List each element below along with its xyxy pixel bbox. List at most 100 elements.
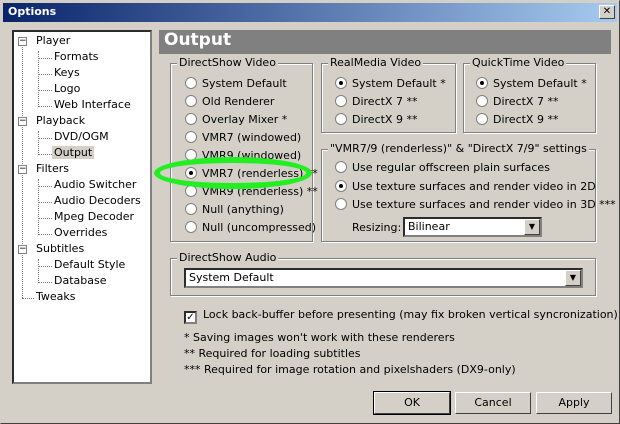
note-saving-images: * Saving images won't work with these re… xyxy=(184,331,455,344)
tree-line xyxy=(38,186,52,187)
tree-line xyxy=(38,138,52,139)
radio-label: VMR7 (windowed) xyxy=(202,131,302,144)
tree-line xyxy=(38,202,52,203)
tree-item-overrides[interactable]: Overrides xyxy=(52,226,109,239)
radio-label: System Default xyxy=(202,77,287,90)
close-button[interactable]: ✕ xyxy=(599,5,615,19)
tree-item-web-interface[interactable]: Web Interface xyxy=(52,98,133,111)
collapse-toggle-subtitles[interactable]: − xyxy=(18,245,27,254)
collapse-toggle-player[interactable]: − xyxy=(18,37,27,46)
radio-label: System Default * xyxy=(352,77,446,90)
directshow-audio-select[interactable]: System Default ▼ xyxy=(184,268,583,288)
tree-item-mpeg-decoder[interactable]: Mpeg Decoder xyxy=(52,210,136,223)
realmedia-video-legend: RealMedia Video xyxy=(328,56,424,69)
radio-label: Null (uncompressed) xyxy=(202,221,317,234)
tree-line xyxy=(38,131,39,155)
cancel-button[interactable]: Cancel xyxy=(455,392,531,414)
radio-label: System Default * xyxy=(493,77,587,90)
radio-dot xyxy=(335,198,347,210)
radio-ds-vmr7-windowed[interactable]: VMR7 (windowed) xyxy=(185,131,301,144)
options-tree[interactable]: − Player Formats Keys Logo Web Interface… xyxy=(12,30,152,384)
ok-button[interactable]: OK xyxy=(373,391,451,415)
radio-dot xyxy=(335,113,347,125)
page-title: Output xyxy=(164,30,232,50)
radio-vmr-offscreen-surfaces[interactable]: Use regular offscreen plain surfaces xyxy=(335,161,550,174)
tree-item-keys[interactable]: Keys xyxy=(52,66,82,79)
radio-vmr-texture-3d[interactable]: Use texture surfaces and render video in… xyxy=(335,198,616,211)
tree-item-tweaks[interactable]: Tweaks xyxy=(34,290,78,303)
radio-dot xyxy=(476,95,488,107)
tree-line xyxy=(38,154,52,155)
tree-item-playback[interactable]: Playback xyxy=(34,114,87,127)
tree-item-database[interactable]: Database xyxy=(52,274,109,287)
radio-dot xyxy=(185,77,197,89)
tree-line xyxy=(38,106,52,107)
radio-label: DirectX 7 ** xyxy=(493,95,559,108)
directshow-audio-value: System Default xyxy=(189,271,274,284)
tree-item-default-style[interactable]: Default Style xyxy=(52,258,127,271)
tree-item-subtitles[interactable]: Subtitles xyxy=(34,242,86,255)
collapse-toggle-filters[interactable]: − xyxy=(18,165,27,174)
radio-rm-directx7[interactable]: DirectX 7 ** xyxy=(335,95,417,108)
resizing-select[interactable]: Bilinear ▼ xyxy=(403,217,542,237)
radio-dot xyxy=(335,161,347,173)
window-title: Options xyxy=(8,5,57,18)
highlight-ellipse xyxy=(154,157,312,189)
radio-ds-null-uncompressed[interactable]: Null (uncompressed) xyxy=(185,221,316,234)
radio-ds-system-default[interactable]: System Default xyxy=(185,77,287,90)
radio-dot xyxy=(335,95,347,107)
tree-item-filters[interactable]: Filters xyxy=(34,162,71,175)
radio-dot-selected xyxy=(476,77,488,89)
radio-label: Use regular offscreen plain surfaces xyxy=(352,161,550,174)
collapse-toggle-playback[interactable]: − xyxy=(18,117,27,126)
tree-line xyxy=(38,58,52,59)
tree-item-audio-decoders[interactable]: Audio Decoders xyxy=(52,194,143,207)
radio-ds-overlay-mixer[interactable]: Overlay Mixer * xyxy=(185,113,287,126)
radio-label: Use texture surfaces and render video in… xyxy=(352,180,596,193)
radio-label: DirectX 9 ** xyxy=(493,113,559,126)
directshow-video-legend: DirectShow Video xyxy=(177,56,278,69)
radio-qt-directx7[interactable]: DirectX 7 ** xyxy=(476,95,558,108)
radio-dot xyxy=(185,95,197,107)
radio-vmr-texture-2d[interactable]: Use texture surfaces and render video in… xyxy=(335,180,596,193)
tree-line xyxy=(22,298,34,299)
tree-item-player[interactable]: Player xyxy=(34,34,72,47)
radio-dot xyxy=(185,131,197,143)
tree-item-logo[interactable]: Logo xyxy=(52,82,82,95)
radio-label: Overlay Mixer * xyxy=(202,113,288,126)
radio-dot-selected xyxy=(335,77,347,89)
radio-ds-old-renderer[interactable]: Old Renderer xyxy=(185,95,274,108)
page-header: Output xyxy=(159,30,611,54)
radio-label: Old Renderer xyxy=(202,95,275,108)
options-window: Options ✕ − Player Formats Keys Logo Web… xyxy=(0,0,620,424)
radio-rm-directx9[interactable]: DirectX 9 ** xyxy=(335,113,417,126)
radio-dot xyxy=(185,113,197,125)
radio-label: DirectX 9 ** xyxy=(352,113,418,126)
note-subtitles: ** Required for loading subtitles xyxy=(184,347,361,360)
apply-button[interactable]: Apply xyxy=(536,392,612,414)
tree-item-output[interactable]: Output xyxy=(52,146,95,159)
tree-line xyxy=(38,218,52,219)
radio-qt-system-default[interactable]: System Default * xyxy=(476,77,587,90)
radio-dot xyxy=(476,113,488,125)
title-bar[interactable]: Options ✕ xyxy=(3,3,617,22)
tree-line xyxy=(38,266,52,267)
radio-rm-system-default[interactable]: System Default * xyxy=(335,77,446,90)
directshow-audio-legend: DirectShow Audio xyxy=(177,251,279,264)
tree-line xyxy=(38,74,52,75)
lock-backbuffer-label: Lock back-buffer before presenting (may … xyxy=(203,308,618,321)
radio-dot-selected xyxy=(335,180,347,192)
radio-ds-null-anything[interactable]: Null (anything) xyxy=(185,203,284,216)
tree-item-formats[interactable]: Formats xyxy=(52,50,101,63)
lock-backbuffer-checkbox[interactable]: ✓ Lock back-buffer before presenting (may… xyxy=(184,308,618,324)
chevron-down-icon[interactable]: ▼ xyxy=(524,219,540,235)
tree-line xyxy=(38,179,39,235)
tree-line xyxy=(38,51,39,107)
vmr-settings-legend: "VMR7/9 (renderless)" & "DirectX 7/9" se… xyxy=(328,142,589,155)
tree-item-dvd-ogm[interactable]: DVD/OGM xyxy=(52,130,111,143)
radio-label: Null (anything) xyxy=(202,203,284,216)
chevron-down-icon[interactable]: ▼ xyxy=(565,270,581,286)
radio-qt-directx9[interactable]: DirectX 9 ** xyxy=(476,113,558,126)
tree-item-audio-switcher[interactable]: Audio Switcher xyxy=(52,178,138,191)
radio-dot xyxy=(185,221,197,233)
